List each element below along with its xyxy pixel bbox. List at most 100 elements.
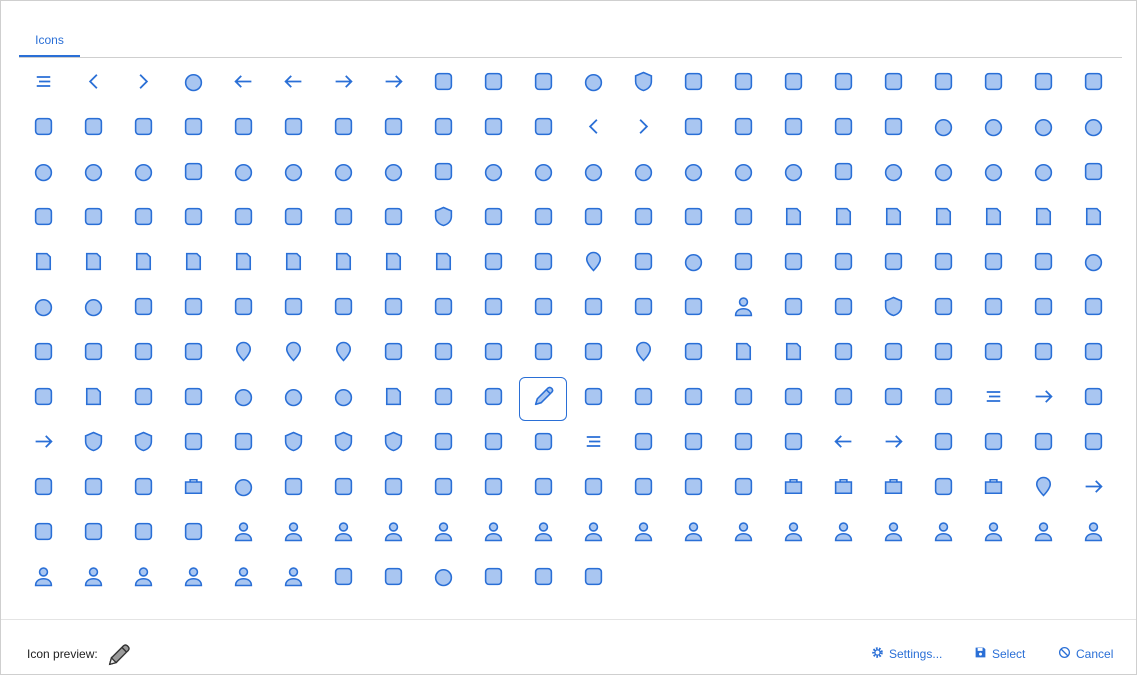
icon-cell[interactable]: [319, 62, 367, 106]
icon-cell[interactable]: [869, 62, 917, 106]
icon-cell[interactable]: [19, 287, 67, 331]
icon-cell[interactable]: [219, 197, 267, 241]
icon-cell[interactable]: [619, 512, 667, 556]
icon-cell[interactable]: [419, 422, 467, 466]
icon-cell[interactable]: [619, 62, 667, 106]
icon-cell[interactable]: [769, 152, 817, 196]
settings-button[interactable]: Settings...: [871, 646, 942, 662]
icon-cell[interactable]: [319, 287, 367, 331]
icon-cell[interactable]: [369, 107, 417, 151]
icon-cell[interactable]: [419, 242, 467, 286]
icon-cell[interactable]: [819, 62, 867, 106]
icon-cell[interactable]: [919, 62, 967, 106]
icon-cell[interactable]: [1019, 422, 1067, 466]
icon-cell[interactable]: [369, 242, 417, 286]
icon-cell[interactable]: [419, 332, 467, 376]
icon-cell[interactable]: [469, 242, 517, 286]
icon-cell[interactable]: [469, 152, 517, 196]
icon-cell[interactable]: [569, 152, 617, 196]
icon-cell[interactable]: [869, 377, 917, 421]
icon-cell[interactable]: [1019, 107, 1067, 151]
icon-cell[interactable]: [319, 242, 367, 286]
icon-cell[interactable]: [69, 62, 117, 106]
icon-cell[interactable]: [219, 377, 267, 421]
icon-cell[interactable]: [619, 422, 667, 466]
icon-cell[interactable]: [1019, 62, 1067, 106]
icon-cell[interactable]: [219, 512, 267, 556]
icon-cell[interactable]: [769, 332, 817, 376]
icon-cell[interactable]: [919, 152, 967, 196]
icon-cell[interactable]: [219, 422, 267, 466]
icon-cell[interactable]: [119, 197, 167, 241]
icon-cell[interactable]: [169, 107, 217, 151]
icon-cell[interactable]: [69, 377, 117, 421]
icon-cell[interactable]: [1019, 377, 1067, 421]
icon-cell[interactable]: [1069, 332, 1117, 376]
icon-cell[interactable]: [319, 197, 367, 241]
icon-cell[interactable]: [719, 152, 767, 196]
icon-cell[interactable]: [569, 287, 617, 331]
icon-cell[interactable]: [669, 422, 717, 466]
icon-cell[interactable]: [119, 62, 167, 106]
icon-cell[interactable]: [69, 287, 117, 331]
icon-cell[interactable]: [769, 287, 817, 331]
icon-cell[interactable]: [469, 467, 517, 511]
icon-cell[interactable]: [919, 107, 967, 151]
icon-cell[interactable]: [819, 332, 867, 376]
icon-cell[interactable]: [669, 377, 717, 421]
icon-cell[interactable]: [219, 62, 267, 106]
icon-cell[interactable]: [969, 242, 1017, 286]
icon-cell[interactable]: [19, 197, 67, 241]
icon-cell[interactable]: [719, 287, 767, 331]
icon-cell[interactable]: [69, 422, 117, 466]
icon-cell[interactable]: [169, 467, 217, 511]
icon-cell[interactable]: [69, 152, 117, 196]
icon-cell[interactable]: [269, 512, 317, 556]
icon-cell[interactable]: [119, 422, 167, 466]
icon-cell[interactable]: [419, 467, 467, 511]
icon-cell[interactable]: [769, 197, 817, 241]
icon-cell[interactable]: [969, 62, 1017, 106]
icon-cell[interactable]: [919, 512, 967, 556]
icon-cell[interactable]: [569, 62, 617, 106]
icon-cell[interactable]: [69, 332, 117, 376]
tab-icons[interactable]: Icons: [19, 29, 80, 57]
icon-cell[interactable]: [769, 107, 817, 151]
icon-cell[interactable]: [469, 197, 517, 241]
icon-cell[interactable]: [369, 422, 417, 466]
icon-cell[interactable]: [869, 152, 917, 196]
icon-cell[interactable]: [419, 377, 467, 421]
icon-cell[interactable]: [1019, 152, 1067, 196]
icon-cell[interactable]: [319, 377, 367, 421]
icon-cell[interactable]: [969, 107, 1017, 151]
icon-cell[interactable]: [169, 152, 217, 196]
icon-cell[interactable]: [519, 197, 567, 241]
icon-cell[interactable]: [569, 377, 617, 421]
icon-cell[interactable]: [1069, 62, 1117, 106]
icon-cell[interactable]: [519, 287, 567, 331]
icon-cell[interactable]: [519, 377, 567, 421]
icon-cell[interactable]: [319, 557, 367, 601]
icon-cell[interactable]: [269, 377, 317, 421]
icon-cell[interactable]: [619, 197, 667, 241]
icon-cell[interactable]: [269, 242, 317, 286]
icon-cell[interactable]: [419, 152, 467, 196]
icon-cell[interactable]: [269, 422, 317, 466]
icon-cell[interactable]: [69, 557, 117, 601]
icon-cell[interactable]: [569, 512, 617, 556]
icon-cell[interactable]: [869, 242, 917, 286]
icon-cell[interactable]: [719, 197, 767, 241]
icon-cell[interactable]: [869, 107, 917, 151]
icon-cell[interactable]: [569, 197, 617, 241]
icon-cell[interactable]: [419, 287, 467, 331]
icon-cell[interactable]: [369, 467, 417, 511]
icon-cell[interactable]: [1069, 287, 1117, 331]
icon-cell[interactable]: [519, 62, 567, 106]
icon-cell[interactable]: [219, 107, 267, 151]
icon-cell[interactable]: [69, 197, 117, 241]
icon-cell[interactable]: [1069, 467, 1117, 511]
icon-cell[interactable]: [369, 557, 417, 601]
icon-cell[interactable]: [669, 152, 717, 196]
icon-cell[interactable]: [519, 467, 567, 511]
icon-cell[interactable]: [19, 332, 67, 376]
